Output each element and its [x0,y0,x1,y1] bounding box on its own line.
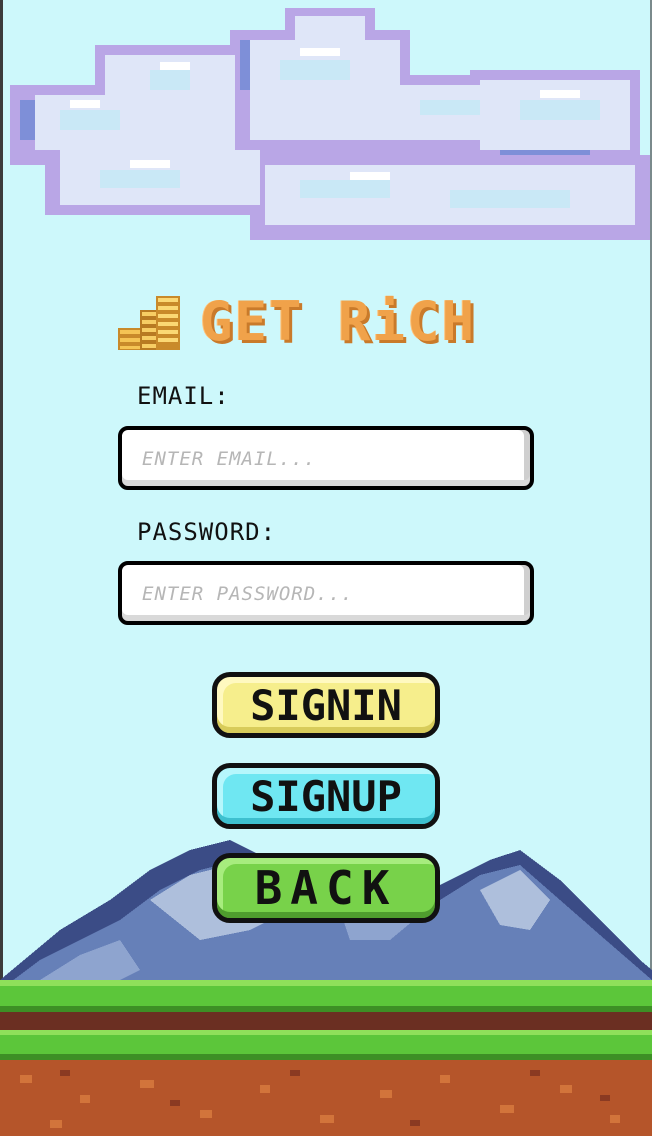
signup-button[interactable]: SIGNUP [212,763,440,829]
clouds-decoration [10,8,650,240]
password-field-frame [118,561,534,625]
password-input[interactable] [140,577,514,611]
password-label: PASSWORD: [137,518,277,546]
email-field-frame [118,426,534,490]
email-input[interactable] [140,442,514,476]
signin-button[interactable]: SIGNIN [212,672,440,738]
back-button[interactable]: BACK [212,853,440,923]
email-label: EMAIL: [137,382,230,410]
title-row: GET RiCH [116,292,476,352]
login-screen: GET RiCH EMAIL: PASSWORD: [0,0,652,1136]
app-title: GET RiCH [200,290,477,353]
coin-stack-icon [118,296,180,350]
